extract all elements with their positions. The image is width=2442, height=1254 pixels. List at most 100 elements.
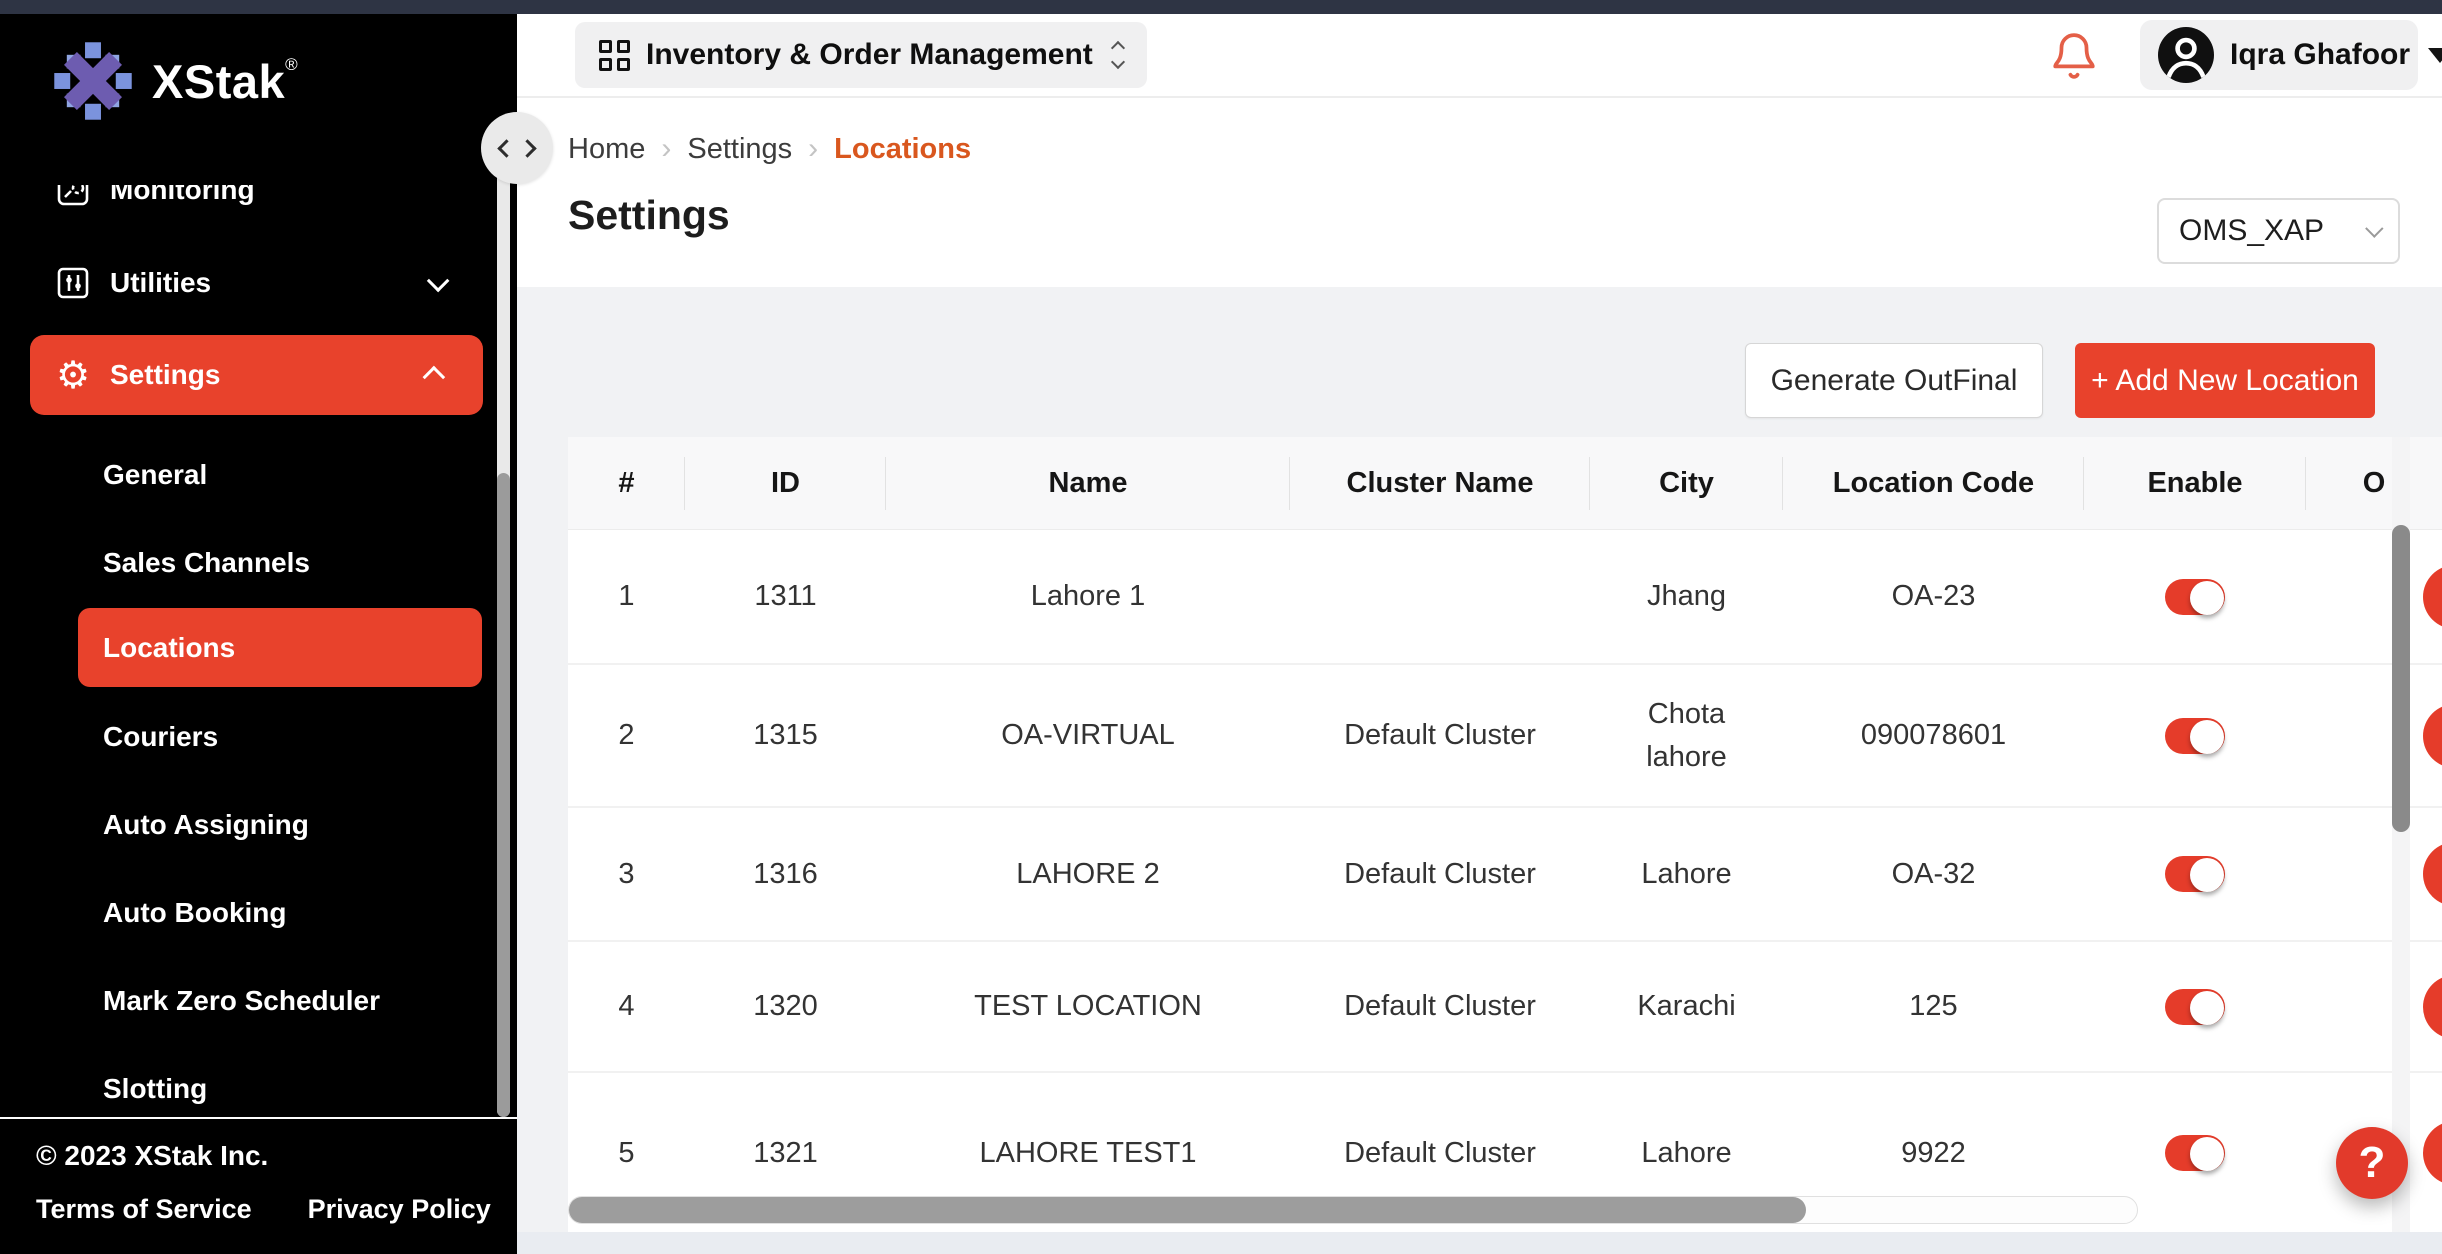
cell-id: 1320 (685, 942, 886, 1071)
table-row: 3 1316 LAHORE 2 Default Cluster Lahore O… (568, 808, 2442, 942)
enable-toggle[interactable] (2165, 1135, 2225, 1171)
enable-toggle[interactable] (2165, 579, 2225, 615)
cell-city: Chota lahore (1590, 665, 1783, 806)
cell-id: 1315 (685, 665, 886, 806)
locations-table: # ID Name Cluster Name City Location Cod… (568, 437, 2442, 1232)
user-menu[interactable]: Iqra Ghafoor (2140, 20, 2418, 90)
sidebar-item-slotting[interactable]: Slotting (103, 1059, 207, 1119)
cell-enable (2084, 808, 2306, 940)
breadcrumb-settings[interactable]: Settings (687, 133, 792, 166)
table-horizontal-scrollbar-thumb[interactable] (569, 1197, 1806, 1223)
generate-outfinal-button[interactable]: Generate OutFinal (1745, 343, 2043, 418)
breadcrumb-home[interactable]: Home (568, 133, 645, 166)
enable-toggle[interactable] (2165, 856, 2225, 892)
sidebar-item-auto-assigning[interactable]: Auto Assigning (103, 795, 309, 855)
cell-clipped (2306, 665, 2442, 806)
privacy-policy-link[interactable]: Privacy Policy (308, 1194, 491, 1225)
column-header-city[interactable]: City (1590, 437, 1783, 529)
notification-bell-icon[interactable] (2049, 30, 2099, 82)
xstak-logo-icon (52, 40, 134, 122)
cell-enable (2084, 530, 2306, 663)
table-horizontal-scrollbar-track[interactable] (568, 1196, 2138, 1224)
cell-num: 3 (568, 808, 685, 940)
bottom-strip (517, 1232, 2442, 1254)
top-window-strip (0, 0, 2442, 14)
terms-of-service-link[interactable]: Terms of Service (36, 1194, 252, 1225)
column-header-clipped[interactable]: O (2306, 437, 2442, 529)
cell-num: 2 (568, 665, 685, 806)
module-selector-label: Inventory & Order Management (646, 38, 1093, 72)
breadcrumb: Home › Settings › Locations (568, 128, 971, 170)
column-header-name[interactable]: Name (886, 437, 1290, 529)
cell-num: 1 (568, 530, 685, 663)
cell-cluster: Default Cluster (1290, 808, 1590, 940)
table-row: 2 1315 OA-VIRTUAL Default Cluster Chota … (568, 665, 2442, 808)
sidebar-item-sales-channels[interactable]: Sales Channels (103, 533, 310, 593)
chevron-right-icon (518, 139, 536, 157)
sidebar-item-label: Settings (110, 359, 220, 391)
utilities-icon (55, 265, 91, 301)
chevron-down-icon (2365, 219, 2383, 237)
cell-clipped (2306, 808, 2442, 940)
sidebar-item-couriers[interactable]: Couriers (103, 707, 218, 767)
module-selector[interactable]: Inventory & Order Management (575, 22, 1147, 88)
breadcrumb-separator: › (808, 132, 818, 166)
caret-down-icon (2428, 48, 2442, 63)
breadcrumb-current: Locations (834, 133, 971, 166)
sidebar-item-auto-booking[interactable]: Auto Booking (103, 883, 287, 943)
cell-name: OA-VIRTUAL (886, 665, 1290, 806)
table-vertical-scrollbar-thumb[interactable] (2392, 525, 2410, 832)
column-header-location-code[interactable]: Location Code (1783, 437, 2084, 529)
cell-cluster: Default Cluster (1290, 665, 1590, 806)
cell-city: Jhang (1590, 530, 1783, 663)
grid-icon (599, 40, 630, 71)
column-header-num[interactable]: # (568, 437, 685, 529)
sidebar-item-general[interactable]: General (103, 445, 207, 505)
cell-location-code: OA-23 (1783, 530, 2084, 663)
cell-name: Lahore 1 (886, 530, 1290, 663)
cell-name: LAHORE 2 (886, 808, 1290, 940)
table-header-row: # ID Name Cluster Name City Location Cod… (568, 437, 2442, 530)
cell-id: 1311 (685, 530, 886, 663)
cell-num: 4 (568, 942, 685, 1071)
table-row: 4 1320 TEST LOCATION Default Cluster Kar… (568, 942, 2442, 1073)
sidebar-item-label: Utilities (110, 267, 211, 299)
logo-wordmark: XStak® (152, 54, 298, 109)
settings-gear-icon: ⚙ (55, 357, 91, 393)
cell-enable (2084, 942, 2306, 1071)
user-name: Iqra Ghafoor (2230, 38, 2410, 72)
sidebar-scrollbar-thumb[interactable] (497, 473, 510, 1117)
page-title: Settings (568, 192, 730, 239)
sidebar-item-mark-zero-scheduler[interactable]: Mark Zero Scheduler (103, 971, 380, 1031)
cell-city: Karachi (1590, 942, 1783, 1071)
add-new-location-button[interactable]: + Add New Location (2075, 343, 2375, 418)
workspace-selector[interactable]: OMS_XAP (2157, 198, 2400, 264)
column-header-cluster[interactable]: Cluster Name (1290, 437, 1590, 529)
sidebar-item-locations[interactable]: Locations (78, 608, 482, 687)
cell-city: Lahore (1590, 808, 1783, 940)
chevron-up-icon (423, 366, 446, 389)
sidebar-item-utilities[interactable]: Utilities (0, 251, 517, 315)
topbar: Inventory & Order Management Iqra Ghafoo… (517, 14, 2442, 98)
select-updown-icon (1113, 43, 1123, 67)
cell-cluster: Default Cluster (1290, 942, 1590, 1071)
enable-toggle[interactable] (2165, 718, 2225, 754)
column-header-enable[interactable]: Enable (2084, 437, 2306, 529)
workspace-selector-value: OMS_XAP (2179, 214, 2324, 248)
cell-location-code: 125 (1783, 942, 2084, 1071)
enable-toggle[interactable] (2165, 989, 2225, 1025)
chevron-down-icon (427, 270, 450, 293)
chevron-left-icon (497, 139, 515, 157)
column-header-id[interactable]: ID (685, 437, 886, 529)
cell-clipped (2306, 942, 2442, 1071)
copyright-text: © 2023 XStak Inc. (36, 1140, 268, 1172)
registered-mark: ® (285, 55, 298, 74)
main-area: Inventory & Order Management Iqra Ghafoo… (517, 14, 2442, 1254)
cell-id: 1316 (685, 808, 886, 940)
sidebar-item-settings[interactable]: ⚙ Settings (30, 335, 483, 415)
logo-block: XStak® (0, 14, 517, 185)
help-button[interactable]: ? (2336, 1127, 2408, 1199)
cell-enable (2084, 665, 2306, 806)
sidebar-collapse-button[interactable] (481, 112, 553, 184)
page-header-band (517, 98, 2442, 287)
